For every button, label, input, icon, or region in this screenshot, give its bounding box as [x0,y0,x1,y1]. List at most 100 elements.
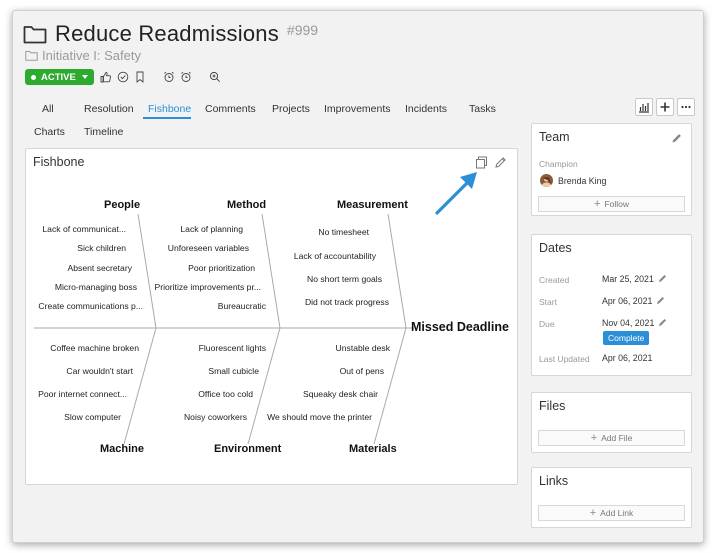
cause-item: We should move the printer [267,412,372,422]
pencil-icon[interactable] [658,317,668,327]
status-row: ACTIVE [25,69,226,85]
links-title: Links [539,474,569,488]
pencil-icon[interactable] [658,273,668,283]
cause-item: Bureaucratic [217,301,266,311]
pointer-arrow-icon [435,172,477,215]
cause-item: Office too cold [198,389,253,399]
cause-item: Slow computer [64,412,121,422]
cause-item: Squeaky desk chair [303,389,378,399]
item-id: #999 [286,22,319,38]
tab-projects[interactable]: Projects [272,103,310,115]
avatar [540,174,553,187]
category-measurement: Measurement [337,199,408,211]
dates-panel: Dates Created Mar 25, 2021 Start Apr 06,… [531,234,692,376]
files-title: Files [539,399,566,413]
app-window: Reduce Readmissions #999 Initiative I: S… [12,10,704,543]
cause-item: Car wouldn't start [66,366,133,376]
tab-all[interactable]: All [42,103,54,115]
active-tab-indicator [143,117,191,119]
folder-icon [23,26,47,44]
tab-incidents[interactable]: Incidents [405,103,447,115]
follow-button[interactable]: + Follow [538,196,685,212]
team-panel: Team Champion Brenda King + Follow [531,123,692,216]
cause-item: Fluorescent lights [198,343,266,353]
category-people: People [104,199,141,211]
cause-item: Prioritize improvements pr... [154,282,262,292]
cause-item: Micro-managing boss [54,282,137,292]
updated-value: Apr 06, 2021 [602,353,653,363]
status-dropdown[interactable]: ACTIVE [25,69,94,85]
toolbar [635,98,698,116]
cause-item: Create communications p... [38,301,143,311]
due-label: Due [539,319,555,329]
cause-item: Poor prioritization [188,263,255,273]
add-file-label: Add File [601,433,633,443]
start-label: Start [539,297,557,307]
cause-item: Absent secretary [67,263,132,273]
due-value: Nov 04, 2021 [602,318,655,328]
plus-icon: + [594,198,601,210]
chart-button[interactable] [635,98,653,116]
folder-icon [25,51,38,61]
start-value: Apr 06, 2021 [602,296,653,306]
champion-name[interactable]: Brenda King [558,176,606,186]
add-link-label: Add Link [600,508,634,518]
page-title: Reduce Readmissions [55,21,279,46]
effect-label: Missed Deadline [411,320,509,334]
dates-title: Dates [539,241,572,255]
cause-item: Lack of accountability [293,251,376,261]
bar-chart-icon [639,103,649,113]
cause-item: Unstable desk [335,343,390,353]
links-panel: Links + Add Link [531,467,692,528]
tab-improvements[interactable]: Improvements [324,103,391,115]
tab-tasks[interactable]: Tasks [469,103,496,115]
thumbs-up-icon[interactable] [100,71,112,83]
cause-item: Sick children [77,243,126,253]
tab-resolution[interactable]: Resolution [84,103,134,115]
plus-icon: + [589,507,597,519]
add-link-button[interactable]: + Add Link [538,505,685,521]
status-dot-icon [31,74,36,80]
tab-comments[interactable]: Comments [205,103,256,115]
category-method: Method [227,199,267,211]
cause-item: Coffee machine broken [50,343,139,353]
more-button[interactable] [677,98,695,116]
status-label: ACTIVE [41,71,76,83]
created-value: Mar 25, 2021 [602,274,654,284]
check-circle-icon[interactable] [117,71,129,83]
more-dots-icon [681,105,691,109]
page-header: Reduce Readmissions #999 [23,21,318,47]
files-panel: Files + Add File [531,392,692,453]
created-label: Created [539,275,570,285]
pencil-icon[interactable] [671,132,683,144]
cause-item: Poor internet connect... [38,389,127,399]
tab-charts[interactable]: Charts [34,126,65,138]
alarm-clock-icon[interactable] [180,71,192,83]
zoom-in-icon[interactable] [209,71,221,83]
cause-item: Lack of communicat... [42,224,126,234]
add-file-button[interactable]: + Add File [538,430,685,446]
cause-item: Out of pens [339,366,384,376]
chevron-down-icon [81,75,88,79]
champion-label: Champion [539,159,578,169]
follow-label: Follow [604,199,629,209]
plus-icon [660,102,670,112]
category-materials: Materials [349,443,397,455]
bookmark-icon[interactable] [134,71,146,83]
tab-fishbone[interactable]: Fishbone [148,103,191,115]
cause-item: Did not track progress [304,297,389,307]
category-environment: Environment [214,443,282,455]
bone-measurement [387,213,407,329]
cause-item: Unforeseen variables [167,243,249,253]
add-button[interactable] [656,98,674,116]
pencil-icon[interactable] [656,295,666,305]
tab-timeline[interactable]: Timeline [84,126,123,138]
team-title: Team [539,130,570,144]
alarm-clock-icon[interactable] [163,71,175,83]
complete-badge[interactable]: Complete [603,331,650,345]
initiative-label: Initiative I: Safety [42,48,141,63]
updated-label: Last Updated [539,354,590,364]
plus-icon: + [590,432,598,444]
initiative-link[interactable]: Initiative I: Safety [25,48,141,63]
cause-item: No timesheet [318,227,369,237]
